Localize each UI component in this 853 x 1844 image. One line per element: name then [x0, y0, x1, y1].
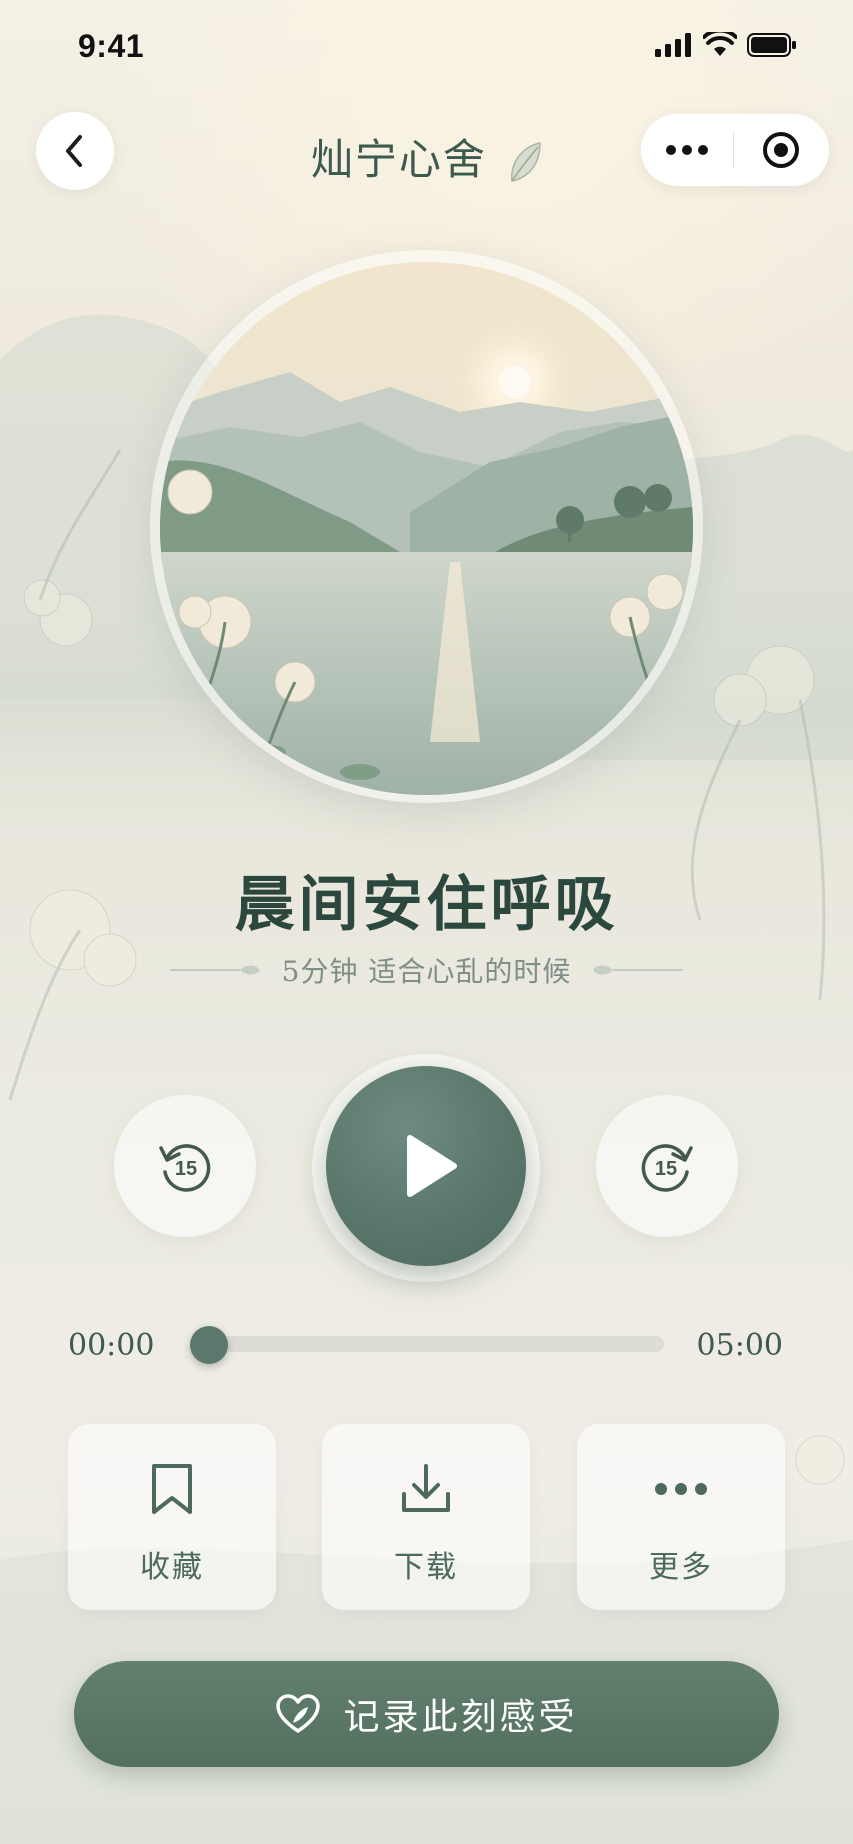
battery-icon	[747, 33, 796, 57]
play-icon	[407, 1135, 457, 1197]
status-bar: 9:41	[0, 0, 853, 96]
heart-leaf-icon	[276, 1694, 321, 1733]
progress-bar[interactable]	[196, 1336, 664, 1352]
more-label: 更多	[649, 1550, 713, 1585]
more-dots-icon	[655, 1483, 707, 1495]
track-subtitle-row: 5分钟 适合心乱的时候	[0, 950, 853, 990]
rewind-seconds-label: 15	[175, 1158, 197, 1180]
record-feeling-button[interactable]: 记录此刻感受	[74, 1661, 779, 1767]
status-time: 9:41	[78, 28, 145, 64]
download-button[interactable]: 下载	[322, 1424, 530, 1610]
total-time: 05:00	[696, 1328, 783, 1363]
track-subtitle: 5分钟 适合心乱的时候	[281, 955, 572, 988]
favorite-button[interactable]: 收藏	[68, 1424, 276, 1610]
forward-15-button[interactable]: 15	[596, 1095, 738, 1237]
wifi-icon	[703, 32, 737, 56]
bookmark-icon	[152, 1464, 192, 1514]
target-circle-icon	[763, 132, 799, 168]
current-time: 00:00	[68, 1328, 155, 1363]
progress-knob[interactable]	[190, 1326, 228, 1364]
app-title-text: 灿宁心舍	[310, 135, 487, 184]
mini-program-capsule	[641, 114, 829, 186]
status-icons	[655, 32, 797, 58]
favorite-label: 收藏	[140, 1550, 204, 1585]
right-ornament-icon	[593, 965, 684, 975]
more-button[interactable]: 更多	[577, 1424, 785, 1610]
lake-landscape-illustration	[160, 262, 693, 795]
forward-seconds-label: 15	[655, 1158, 677, 1180]
left-ornament-icon	[169, 965, 260, 975]
cellular-signal-icon	[655, 33, 691, 57]
download-label: 下载	[394, 1550, 458, 1585]
rewind-15-button[interactable]: 15	[114, 1095, 256, 1237]
play-button[interactable]	[326, 1066, 526, 1266]
capsule-close-button[interactable]	[734, 114, 828, 186]
artwork-image	[160, 262, 693, 795]
leaf-icon	[511, 142, 541, 182]
record-feeling-label: 记录此刻感受	[343, 1697, 578, 1738]
track-title: 晨间安住呼吸	[234, 870, 619, 940]
capsule-more-button[interactable]	[641, 114, 733, 186]
rewind-icon: 15	[159, 1144, 211, 1192]
download-icon	[402, 1464, 450, 1512]
forward-icon: 15	[641, 1144, 693, 1192]
more-dots-icon	[666, 145, 708, 155]
